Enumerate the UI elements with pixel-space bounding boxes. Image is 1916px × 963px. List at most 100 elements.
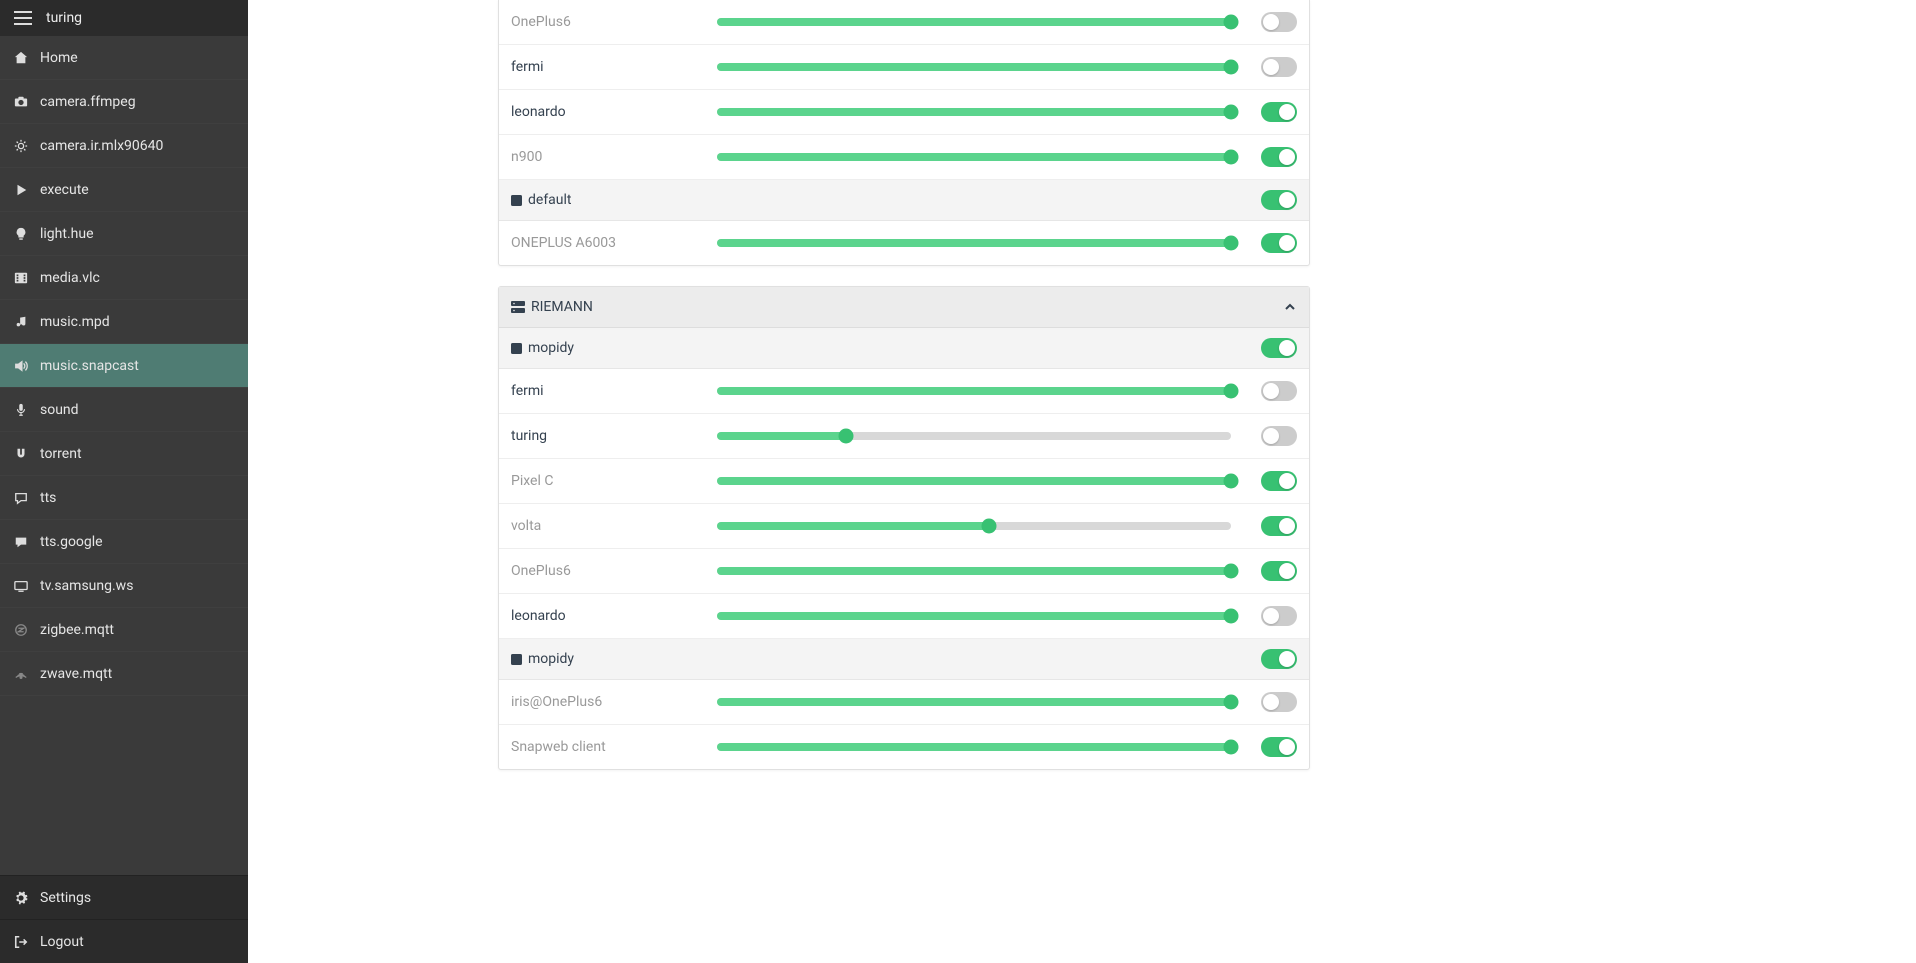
client-toggle[interactable] xyxy=(1261,737,1297,757)
sidebar-item-Home[interactable]: Home xyxy=(0,36,248,80)
sidebar-item-label: music.snapcast xyxy=(40,358,139,374)
client-row: volta xyxy=(499,504,1309,549)
stop-icon xyxy=(511,343,522,354)
volume-slider[interactable] xyxy=(717,387,1231,395)
volume-slider[interactable] xyxy=(717,567,1231,575)
client-toggle[interactable] xyxy=(1261,233,1297,253)
sidebar-item-music-mpd[interactable]: music.mpd xyxy=(0,300,248,344)
client-label: OnePlus6 xyxy=(511,14,711,30)
client-label: n900 xyxy=(511,149,711,165)
sidebar-item-tts-google[interactable]: tts.google xyxy=(0,520,248,564)
sidebar-item-sound[interactable]: sound xyxy=(0,388,248,432)
client-toggle[interactable] xyxy=(1261,692,1297,712)
sidebar-item-camera-ffmpeg[interactable]: camera.ffmpeg xyxy=(0,80,248,124)
sidebar-item-camera-ir-mlx90640[interactable]: camera.ir.mlx90640 xyxy=(0,124,248,168)
toggle-container xyxy=(1237,381,1297,401)
volume-slider[interactable] xyxy=(717,612,1231,620)
mic-icon xyxy=(14,403,30,417)
home-icon xyxy=(14,51,30,65)
slider-container xyxy=(711,18,1237,26)
sidebar-item-zwave-mqtt[interactable]: zwave.mqtt xyxy=(0,652,248,696)
client-row: Snapweb client xyxy=(499,725,1309,769)
sidebar-item-label: camera.ir.mlx90640 xyxy=(40,138,163,154)
server-icon xyxy=(511,301,525,313)
slider-container xyxy=(711,612,1237,620)
volume-slider[interactable] xyxy=(717,432,1231,440)
sidebar-item-zigbee-mqtt[interactable]: zigbee.mqtt xyxy=(0,608,248,652)
zwave-icon xyxy=(14,667,30,681)
volume-icon xyxy=(14,359,30,373)
volume-slider[interactable] xyxy=(717,153,1231,161)
volume-slider[interactable] xyxy=(717,522,1231,530)
sidebar-item-music-snapcast[interactable]: music.snapcast xyxy=(0,344,248,388)
client-toggle[interactable] xyxy=(1261,12,1297,32)
client-row: iris@OnePlus6 xyxy=(499,680,1309,725)
toggle-container xyxy=(1237,57,1297,77)
sidebar-item-torrent[interactable]: torrent xyxy=(0,432,248,476)
client-toggle[interactable] xyxy=(1261,381,1297,401)
sidebar-item-media-vlc[interactable]: media.vlc xyxy=(0,256,248,300)
gear-icon xyxy=(14,891,30,905)
menu-icon[interactable] xyxy=(14,11,32,25)
slider-container xyxy=(711,387,1237,395)
toggle-container xyxy=(1237,606,1297,626)
volume-slider[interactable] xyxy=(717,477,1231,485)
client-label: iris@OnePlus6 xyxy=(511,694,711,710)
client-row: ONEPLUS A6003 xyxy=(499,221,1309,265)
client-toggle[interactable] xyxy=(1261,516,1297,536)
client-toggle[interactable] xyxy=(1261,57,1297,77)
magnet-icon xyxy=(14,447,30,461)
slider-container xyxy=(711,239,1237,247)
client-toggle[interactable] xyxy=(1261,147,1297,167)
sidebar-item-Logout[interactable]: Logout xyxy=(0,919,248,963)
sidebar-item-Settings[interactable]: Settings xyxy=(0,875,248,919)
client-toggle[interactable] xyxy=(1261,426,1297,446)
client-toggle[interactable] xyxy=(1261,561,1297,581)
volume-slider[interactable] xyxy=(717,18,1231,26)
client-label: fermi xyxy=(511,59,711,75)
client-row: n900 xyxy=(499,135,1309,180)
sidebar-item-label: Home xyxy=(40,50,78,66)
stream-name: mopidy xyxy=(528,340,574,356)
sidebar-item-execute[interactable]: execute xyxy=(0,168,248,212)
volume-slider[interactable] xyxy=(717,698,1231,706)
sidebar-item-label: tts.google xyxy=(40,534,103,550)
client-label: leonardo xyxy=(511,608,711,624)
client-row: fermi xyxy=(499,369,1309,414)
sidebar-item-tv-samsung-ws[interactable]: tv.samsung.ws xyxy=(0,564,248,608)
stream-toggle[interactable] xyxy=(1261,190,1297,210)
slider-container xyxy=(711,108,1237,116)
client-row: leonardo xyxy=(499,594,1309,639)
client-toggle[interactable] xyxy=(1261,102,1297,122)
sidebar-item-label: tts xyxy=(40,490,56,506)
volume-slider[interactable] xyxy=(717,108,1231,116)
client-toggle[interactable] xyxy=(1261,471,1297,491)
client-row: leonardo xyxy=(499,90,1309,135)
sidebar-item-label: media.vlc xyxy=(40,270,100,286)
stream-toggle[interactable] xyxy=(1261,649,1297,669)
client-toggle[interactable] xyxy=(1261,606,1297,626)
server-group-riemann: RIEMANNmopidyfermituringPixel CvoltaOneP… xyxy=(498,286,1310,770)
client-label: Pixel C xyxy=(511,473,711,489)
client-label: ONEPLUS A6003 xyxy=(511,235,711,251)
volume-slider[interactable] xyxy=(717,63,1231,71)
client-row: turing xyxy=(499,414,1309,459)
stop-icon xyxy=(511,654,522,665)
main-content: OnePlus6fermileonardon900defaultONEPLUS … xyxy=(248,0,1916,963)
volume-slider[interactable] xyxy=(717,239,1231,247)
toggle-container xyxy=(1237,737,1297,757)
server-title: RIEMANN xyxy=(531,299,593,315)
sidebar-item-tts[interactable]: tts xyxy=(0,476,248,520)
sidebar-item-label: zwave.mqtt xyxy=(40,666,112,682)
chevron-up-icon[interactable] xyxy=(1283,300,1297,314)
sidebar-item-label: light.hue xyxy=(40,226,94,242)
toggle-container xyxy=(1237,233,1297,253)
sidebar-header: turing xyxy=(0,0,248,36)
slider-container xyxy=(711,477,1237,485)
sidebar-item-label: sound xyxy=(40,402,79,418)
sidebar-item-light-hue[interactable]: light.hue xyxy=(0,212,248,256)
stream-toggle[interactable] xyxy=(1261,338,1297,358)
volume-slider[interactable] xyxy=(717,743,1231,751)
slider-container xyxy=(711,522,1237,530)
toggle-container xyxy=(1237,692,1297,712)
